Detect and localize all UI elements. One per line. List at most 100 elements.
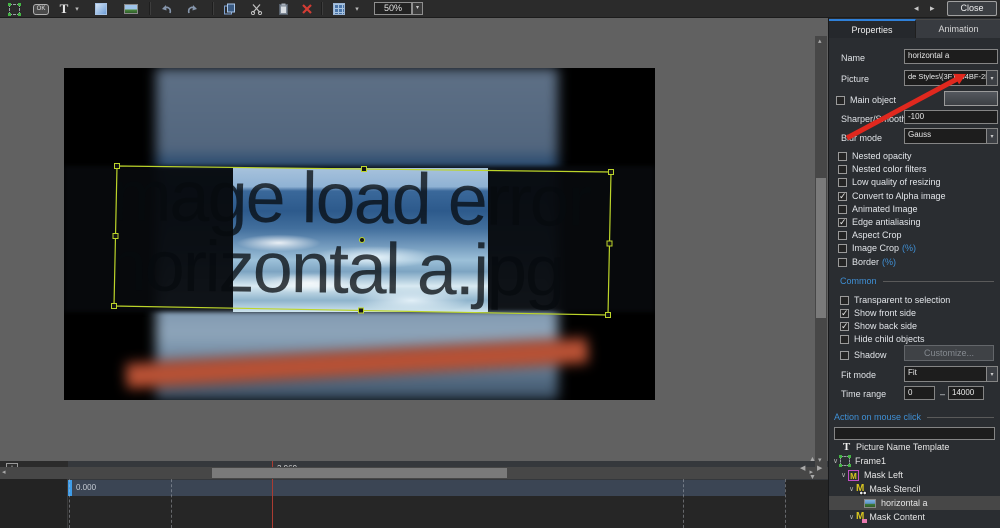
checkbox[interactable] [840,296,849,305]
time-to-input[interactable]: 14000 [948,386,984,400]
picture-label: Picture [841,74,869,84]
checkbox[interactable] [840,335,849,344]
tab-scroll-right-button[interactable]: ▸ [930,3,935,14]
scroll-up-icon[interactable]: ▴ [818,37,822,47]
undo-button[interactable] [157,2,175,16]
checkbox-label: Nested opacity [852,151,912,161]
tree-item-label: Mask Left [864,470,903,480]
timeline-dashed-guide [683,474,684,528]
sharper-input[interactable]: -100 [904,110,998,124]
chevron-down-icon[interactable]: ∨ [847,513,856,521]
chevron-down-icon[interactable]: ∨ [839,471,848,479]
checkbox[interactable]: ✓ [838,218,847,227]
customize-button[interactable]: Customize... [904,345,994,361]
copy-button[interactable] [220,2,238,16]
canvas-horizontal-scrollbar[interactable]: ◂ ▸ [0,467,815,479]
grid-button[interactable] [331,2,347,16]
picture-input[interactable]: de Styles\{3F1204BF-2E [904,70,998,86]
text-tool-button[interactable]: T [56,2,72,16]
tree-item-horizontal-a[interactable]: horizontal a [829,496,1000,510]
timeline-track[interactable] [68,480,785,496]
delete-button[interactable] [298,2,316,16]
checkbox[interactable]: ✓ [840,309,849,318]
filter-row: Low quality of resizing [838,176,941,188]
properties-panel: Properties Animation Name horizontal a P… [828,18,1000,528]
selection-overlay[interactable] [64,68,655,400]
time-from-input[interactable]: 0 [904,386,935,400]
add-image-button[interactable] [122,2,140,16]
tab-properties[interactable]: Properties [829,19,916,38]
checkbox-label: Hide child objects [854,334,925,344]
grid-dropdown[interactable]: ▾ [352,2,362,16]
checkbox[interactable] [838,152,847,161]
picture-dropdown-button[interactable]: ▾ [986,71,997,85]
checkbox-label: Convert to Alpha image [852,191,946,201]
zoom-input[interactable]: 50% [374,2,412,15]
close-button[interactable]: Close [947,1,997,16]
vertical-scroll-thumb[interactable] [816,178,826,318]
paste-button[interactable] [274,2,292,16]
chevron-down-icon: ▾ [355,5,359,13]
canvas-vertical-scrollbar[interactable]: ▴ ▾ [815,36,827,467]
pan-right-icon[interactable]: ▶ [817,465,822,472]
mask-object-icon [848,470,859,481]
pan-left-icon[interactable]: ◀ [800,465,805,472]
zoom-dropdown-button[interactable]: ▾ [412,2,423,15]
checkbox[interactable] [838,205,847,214]
tree-item-mask-stencil[interactable]: ∨ Mask Stencil [829,482,1000,496]
checkbox-label: Show front side [854,308,916,318]
action-section-header: Action on mouse click [834,412,994,422]
cut-button[interactable] [247,2,265,16]
checkbox[interactable] [838,165,847,174]
tree-item-label: Mask Stencil [869,484,920,494]
blur-mode-dropdown-button[interactable]: ▾ [986,129,997,143]
clipboard-icon [277,3,290,15]
checkbox[interactable]: ✓ [840,322,849,331]
selection-handles[interactable] [112,164,614,318]
checkbox-label: Edge antialiasing [852,217,921,227]
tree-item-mask-left[interactable]: ∨ Mask Left [829,468,1000,482]
toolbar-separator [149,2,150,15]
scroll-left-icon[interactable]: ◂ [2,468,6,478]
tab-animation[interactable]: Animation [916,19,1000,38]
blur-mode-select[interactable]: Gauss [904,128,998,144]
chevron-down-icon[interactable]: ∨ [847,485,856,493]
frame-tool-button[interactable] [6,2,22,16]
main-object-aux-button[interactable] [944,91,998,106]
rectangle-tool-button[interactable] [93,2,109,16]
pan-down-icon[interactable]: ▼ [809,474,816,481]
redo-button[interactable] [184,2,202,16]
percent-suffix: (%) [882,257,896,267]
pan-up-icon[interactable]: ▲ [809,456,816,463]
fit-mode-dropdown-button[interactable]: ▾ [986,367,997,381]
main-object-checkbox[interactable] [836,96,845,105]
frame-icon [9,4,20,15]
horizontal-scroll-thumb[interactable] [212,468,507,478]
filter-row: Animated Image [838,203,918,215]
name-input[interactable]: horizontal a [904,49,998,64]
tree-item-label: Frame1 [855,456,886,466]
button-tool-button[interactable] [31,2,51,16]
frame-object-icon [840,456,850,466]
checkbox[interactable] [838,258,847,267]
checkbox[interactable]: ✓ [838,192,847,201]
filter-row: Nested color filters [838,163,927,175]
tree-item-picture-name-template[interactable]: Picture Name Template [829,440,1000,454]
checkbox[interactable] [838,231,847,240]
shadow-checkbox[interactable] [840,351,849,360]
mask-content-icon [856,512,864,522]
ok-button-icon [33,4,49,15]
checkbox[interactable] [838,178,847,187]
timeline-marker-time: 0.000 [76,483,96,492]
checkbox[interactable] [838,244,847,253]
tree-item-mask-content[interactable]: ∨ Mask Content [829,510,1000,524]
tree-item-frame1[interactable]: ∨ Frame1 [829,454,1000,468]
tab-scroll-left-button[interactable]: ◂ [914,3,919,14]
action-select[interactable] [834,427,995,440]
toolbar-separator [212,2,213,15]
fit-mode-select[interactable]: Fit [904,366,998,382]
percent-suffix: (%) [902,243,916,253]
pan-navigator[interactable]: ▲ ◀ ▶ ▼ [800,456,826,482]
text-tool-dropdown[interactable]: ▾ [72,2,82,16]
editor-stage[interactable]: image load error horizontal a.jpg [64,68,655,400]
